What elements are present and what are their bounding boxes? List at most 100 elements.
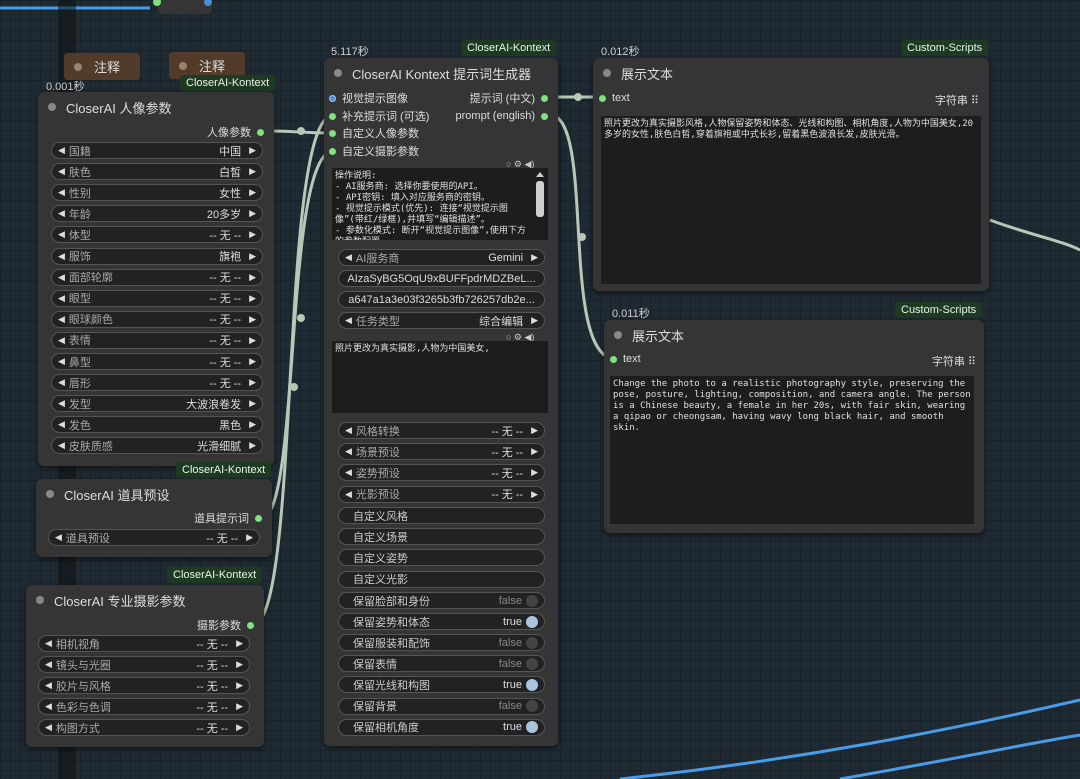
toggle-switch[interactable]: 保留脸部和身份 false <box>338 592 545 609</box>
portrait-params-node[interactable]: CloserAI 人像参数 人像参数 ◀ 国籍 中国 ▶ ◀ 肤色 白皙 ▶ ◀ 性别 女性 ▶ ◀ 年龄… <box>38 92 274 466</box>
toggle-switch[interactable]: 保留服装和配饰 false <box>338 634 545 652</box>
collapse-dot-icon[interactable] <box>48 103 56 111</box>
arrow-left-icon[interactable]: ◀ <box>345 489 352 500</box>
preset-select[interactable]: ◀ 姿势预设 -- 无 -- ▶ <box>338 464 545 482</box>
slot-dot[interactable] <box>255 514 262 522</box>
portrait-param-select[interactable]: ◀ 眼球颜色 -- 无 -- ▶ <box>51 310 263 328</box>
collapse-dot-icon[interactable] <box>46 490 54 498</box>
textarea-scrollbar[interactable] <box>536 172 544 236</box>
custom-text-field[interactable]: 自定义姿势 <box>338 549 545 567</box>
arrow-left-icon[interactable]: ◀ <box>58 398 65 409</box>
input-slot-text[interactable]: text <box>610 351 641 367</box>
arrow-left-icon[interactable]: ◀ <box>58 229 65 240</box>
input-slot-extra-prompt[interactable]: 补充提示词 (可选) <box>329 108 429 124</box>
arrow-right-icon[interactable]: ▶ <box>249 377 256 388</box>
slot-dot[interactable] <box>329 112 336 120</box>
photo-param-select[interactable]: ◀ 镜头与光圈 -- 无 -- ▶ <box>38 656 250 673</box>
arrow-right-icon[interactable]: ▶ <box>249 419 256 430</box>
arrow-right-icon[interactable]: ▶ <box>249 314 256 325</box>
output-slot-photo[interactable]: 摄影参数 <box>197 617 254 633</box>
arrow-left-icon[interactable]: ◀ <box>58 166 65 177</box>
toggle-knob-icon[interactable] <box>526 657 538 670</box>
portrait-param-select[interactable]: ◀ 国籍 中国 ▶ <box>51 142 263 159</box>
toggle-knob-icon[interactable] <box>526 721 538 734</box>
arrow-right-icon[interactable]: ▶ <box>236 659 243 670</box>
output-text-en[interactable]: Change the photo to a realistic photogra… <box>610 376 974 524</box>
arrow-left-icon[interactable]: ◀ <box>45 659 52 670</box>
arrow-left-icon[interactable]: ◀ <box>45 701 52 712</box>
portrait-param-select[interactable]: ◀ 皮肤质感 光滑细腻 ▶ <box>51 437 263 455</box>
toggle-switch[interactable]: 保留表情 false <box>338 655 545 673</box>
output-slot-props[interactable]: 道具提示词 <box>194 510 262 526</box>
arrow-left-icon[interactable]: ◀ <box>58 440 65 451</box>
edit-description-textarea[interactable]: 照片更改为真实摄影,人物为中国美女, <box>332 341 548 413</box>
arrow-right-icon[interactable]: ▶ <box>531 489 538 500</box>
node-title-bar[interactable]: 展示文本 <box>604 320 984 350</box>
custom-text-field[interactable]: 自定义光影 <box>338 570 545 588</box>
portrait-param-select[interactable]: ◀ 体型 -- 无 -- ▶ <box>51 226 263 244</box>
arrow-left-icon[interactable]: ◀ <box>345 467 352 478</box>
collapse-dot-icon[interactable] <box>74 62 82 71</box>
toggle-knob-icon[interactable] <box>526 678 538 691</box>
arrow-right-icon[interactable]: ▶ <box>249 208 256 219</box>
arrow-left-icon[interactable]: ◀ <box>58 293 65 304</box>
custom-text-field[interactable]: 自定义场景 <box>338 528 545 546</box>
preset-select[interactable]: ◀ 场景预设 -- 无 -- ▶ <box>338 443 545 461</box>
arrow-right-icon[interactable]: ▶ <box>531 425 538 436</box>
arrow-right-icon[interactable]: ▶ <box>531 446 538 457</box>
toggle-switch[interactable]: 保留背景 false <box>338 697 545 715</box>
secret-key-field[interactable]: a647a1a3e03f3265b3fb726257db2e... <box>338 291 545 308</box>
portrait-param-select[interactable]: ◀ 面部轮廓 -- 无 -- ▶ <box>51 268 263 286</box>
photo-params-node[interactable]: CloserAI 专业摄影参数 摄影参数 ◀ 相机视角 -- 无 -- ▶ ◀ 镜头与光圈… <box>26 585 264 747</box>
node-title-bar[interactable]: 展示文本 <box>593 58 989 88</box>
portrait-param-select[interactable]: ◀ 发色 黑色 ▶ <box>51 416 263 434</box>
arrow-left-icon[interactable]: ◀ <box>58 145 65 156</box>
toggle-knob-icon[interactable] <box>526 594 538 607</box>
slot-dot[interactable] <box>329 94 336 102</box>
arrow-right-icon[interactable]: ▶ <box>236 680 243 691</box>
preset-select[interactable]: ◀ 光影预设 -- 无 -- ▶ <box>338 485 545 503</box>
preset-select[interactable]: ◀ 风格转换 -- 无 -- ▶ <box>338 422 545 439</box>
arrow-right-icon[interactable]: ▶ <box>249 187 256 198</box>
arrow-right-icon[interactable]: ▶ <box>249 145 256 156</box>
portrait-param-select[interactable]: ◀ 表情 -- 无 -- ▶ <box>51 331 263 349</box>
task-type-select[interactable]: ◀ 任务类型 综合编辑 ▶ <box>338 312 545 329</box>
portrait-param-select[interactable]: ◀ 发型 大波浪卷发 ▶ <box>51 395 263 413</box>
arrow-right-icon[interactable]: ▶ <box>249 229 256 240</box>
show-text-node-cn[interactable]: 展示文本 text 字符串 ⠿ 照片更改为真实摄影风格,人物保留姿势和体态、光线… <box>593 58 989 291</box>
arrow-right-icon[interactable]: ▶ <box>249 440 256 451</box>
arrow-left-icon[interactable]: ◀ <box>345 425 352 436</box>
custom-text-field[interactable]: 自定义风格 <box>338 507 545 524</box>
input-slot-text[interactable]: text <box>599 90 630 106</box>
node-title-bar[interactable]: CloserAI 人像参数 <box>38 92 274 122</box>
photo-param-select[interactable]: ◀ 胶片与风格 -- 无 -- ▶ <box>38 677 250 694</box>
toggle-switch[interactable]: 保留姿势和体态 true <box>338 613 545 631</box>
portrait-param-select[interactable]: ◀ 性别 女性 ▶ <box>51 184 263 202</box>
arrow-right-icon[interactable]: ▶ <box>249 166 256 177</box>
props-param-select[interactable]: ◀ 道具预设 -- 无 -- ▶ <box>48 529 260 546</box>
arrow-left-icon[interactable]: ◀ <box>58 419 65 430</box>
arrow-left-icon[interactable]: ◀ <box>55 532 62 543</box>
output-slot-cn[interactable]: 提示词 (中文) <box>470 90 548 106</box>
show-text-node-en[interactable]: 展示文本 text 字符串 ⠿ Change the photo to a re… <box>604 320 984 533</box>
toggle-knob-icon[interactable] <box>526 636 538 649</box>
arrow-left-icon[interactable]: ◀ <box>58 251 65 262</box>
arrow-right-icon[interactable]: ▶ <box>236 638 243 649</box>
annotation-node[interactable]: 注释 <box>64 53 140 80</box>
slot-dot[interactable] <box>247 621 254 629</box>
arrow-right-icon[interactable]: ▶ <box>236 722 243 733</box>
collapse-dot-icon[interactable] <box>603 69 611 77</box>
arrow-left-icon[interactable]: ◀ <box>58 208 65 219</box>
arrow-right-icon[interactable]: ▶ <box>249 398 256 409</box>
input-slot-portrait[interactable]: 自定义人像参数 <box>329 125 419 141</box>
arrow-left-icon[interactable]: ◀ <box>45 638 52 649</box>
arrow-left-icon[interactable]: ◀ <box>58 356 65 367</box>
portrait-param-select[interactable]: ◀ 年龄 20多岁 ▶ <box>51 205 263 223</box>
slot-dot[interactable] <box>541 94 548 102</box>
slot-dot[interactable] <box>610 355 617 363</box>
prompt-generator-node[interactable]: CloserAI Kontext 提示词生成器 视觉提示图像 补充提示词 (可选… <box>324 58 558 746</box>
arrow-right-icon[interactable]: ▶ <box>249 293 256 304</box>
output-text-cn[interactable]: 照片更改为真实摄影风格,人物保留姿势和体态、光线和构图、相机角度,人物为中国美女… <box>601 116 981 284</box>
collapse-dot-icon[interactable] <box>614 331 622 339</box>
portrait-param-select[interactable]: ◀ 眼型 -- 无 -- ▶ <box>51 289 263 307</box>
